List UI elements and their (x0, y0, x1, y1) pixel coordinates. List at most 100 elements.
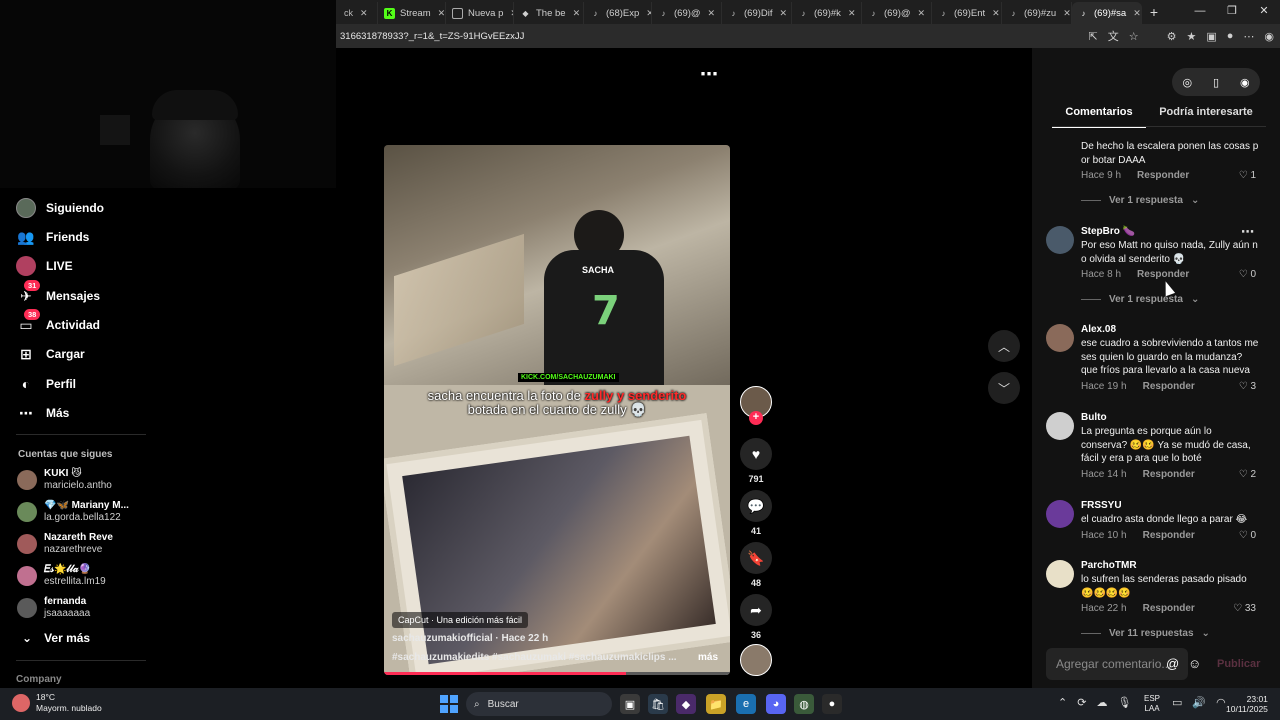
extensions-icon[interactable]: ⚙ (1167, 30, 1177, 43)
close-tab-icon[interactable]: ✕ (573, 8, 581, 19)
favorites-icon[interactable]: ★ (1186, 30, 1196, 43)
comment-username[interactable]: StepBro 🍆 (1081, 226, 1135, 237)
phone-icon[interactable]: ▯ (1213, 76, 1219, 89)
close-tab-icon[interactable]: ✕ (1133, 8, 1141, 19)
avatar[interactable] (1046, 560, 1074, 588)
view-replies[interactable]: Ver 1 respuesta ⌄ (1081, 294, 1199, 305)
save-button[interactable]: 🔖 (740, 542, 772, 574)
comment-username[interactable]: FRSSYU (1081, 500, 1122, 511)
avatar[interactable] (1046, 500, 1074, 528)
comment-username[interactable]: Alex.08 (1081, 324, 1116, 335)
close-tab-icon[interactable]: ✕ (360, 8, 368, 19)
next-video-button[interactable]: ﹀ (988, 372, 1020, 404)
close-window-icon[interactable]: ✕ (1248, 0, 1280, 24)
video-progress-bar[interactable] (384, 672, 730, 675)
file-explorer-icon[interactable]: 📁 (706, 694, 726, 714)
collections-icon[interactable]: ▣ (1206, 30, 1216, 43)
nav-actividad[interactable]: ▭ 38 Actividad (16, 309, 100, 335)
clock[interactable]: 23:01 10/11/2025 (1226, 694, 1268, 714)
close-tab-icon[interactable]: ✕ (1063, 8, 1071, 19)
sync-icon[interactable]: ⟳ (1077, 696, 1086, 709)
avatar[interactable] (1046, 324, 1074, 352)
browser-tab[interactable]: ♪ (69)@ ✕ (862, 2, 932, 24)
previous-video-button[interactable]: ︿ (988, 330, 1020, 362)
comment-like[interactable]: ♡ 3 (1239, 381, 1256, 392)
copilot-icon[interactable]: ◉ (1264, 30, 1274, 43)
tab-interest[interactable]: Podría interesarte (1146, 104, 1266, 128)
video-hashtags[interactable]: #sachauzumakiedits #sachauzumaki #sachau… (392, 652, 677, 663)
comment-like[interactable]: ♡ 2 (1239, 469, 1256, 480)
nav-mas[interactable]: ⋯ Más (16, 403, 69, 423)
comment-username[interactable]: Bulto (1081, 412, 1107, 423)
comment-username[interactable]: ParchoTMR (1081, 560, 1137, 571)
minimize-icon[interactable]: — (1184, 0, 1216, 24)
comment-more-icon[interactable]: ⋯ (1241, 224, 1254, 240)
nav-friends[interactable]: 👥 Friends (16, 227, 89, 247)
following-account[interactable]: KUKI 😼 maricielo.antho (17, 468, 112, 492)
browser-tab[interactable]: ◆ The be ✕ (514, 2, 584, 24)
following-account[interactable]: fernanda jsaaaaaaa (17, 596, 90, 620)
browser-tab[interactable]: K Stream ✕ (378, 2, 446, 24)
like-button[interactable]: ♥ (740, 438, 772, 470)
following-account[interactable]: 𝐸𝓈🌟𝓁𝓁𝒶🔮 estrellita.lm19 (17, 564, 106, 588)
nav-live[interactable]: LIVE (16, 256, 73, 276)
nav-perfil[interactable]: ◐ Perfil (16, 374, 76, 394)
menu-dots-icon[interactable]: ⋯ (1243, 30, 1254, 43)
comment-like[interactable]: ♡ 0 (1239, 530, 1256, 541)
publish-button[interactable]: Publicar (1217, 658, 1260, 670)
compass-icon[interactable]: ◎ (1182, 76, 1192, 89)
obs-icon[interactable]: ● (822, 694, 842, 714)
microphone-icon[interactable]: 🎙 (1117, 696, 1131, 709)
open-app-icon[interactable]: ⇱ (1088, 30, 1097, 43)
avatar[interactable] (1046, 226, 1074, 254)
browser-tab[interactable]: ♪ (69)#k ✕ (792, 2, 862, 24)
more-link[interactable]: más (698, 652, 718, 663)
following-account[interactable]: 💎🦋 Mariany M... la.gorda.bella122 (17, 500, 129, 524)
follow-plus-icon[interactable]: + (749, 411, 763, 425)
wifi-icon[interactable]: ◠ (1216, 696, 1226, 709)
video-more-icon[interactable]: ⋯ (700, 64, 718, 85)
emoji-icon[interactable]: ☺ (1188, 656, 1201, 671)
chevron-up-icon[interactable]: ⌃ (1058, 696, 1067, 709)
following-account[interactable]: Nazareth Reve nazarethreve (17, 532, 113, 556)
favorite-star-icon[interactable]: ☆ (1129, 30, 1139, 43)
windows-start-icon[interactable] (440, 695, 458, 713)
taskbar-search[interactable]: ⌕ Buscar (466, 692, 612, 716)
maximize-icon[interactable]: ❐ (1216, 0, 1248, 24)
store-icon[interactable]: 🛍 (648, 694, 668, 714)
display-icon[interactable]: ▭ (1172, 696, 1182, 709)
close-tab-icon[interactable]: ✕ (918, 8, 926, 19)
share-button[interactable]: ➦ (740, 594, 772, 626)
browser-tab-active[interactable]: ♪ (69)#sa ✕ (1072, 2, 1142, 24)
close-tab-icon[interactable]: ✕ (780, 8, 788, 19)
company-link[interactable]: Company (16, 674, 62, 685)
close-tab-icon[interactable]: ✕ (708, 8, 716, 19)
capcut-label[interactable]: CapCut · Una edición más fácil (392, 612, 529, 628)
view-replies[interactable]: Ver 11 respuestas ⌄ (1081, 628, 1210, 639)
close-tab-icon[interactable]: ✕ (438, 8, 445, 19)
language-indicator[interactable]: ESP LAA (1144, 694, 1160, 714)
video-player[interactable]: SACHA 7 KICK.COM/SACHAUZUMAKI sacha encu… (384, 145, 730, 675)
comment-button[interactable]: 💬 (740, 490, 772, 522)
new-tab-icon[interactable]: + (1142, 4, 1166, 20)
profile-icon[interactable]: ● (1227, 30, 1234, 42)
app-icon[interactable]: ◍ (794, 694, 814, 714)
browser-tab[interactable]: ♪(68)Exp✕ (584, 2, 652, 24)
browser-tab[interactable]: ♪ (69)Ent ✕ (932, 2, 1002, 24)
user-avatar-icon[interactable]: ◉ (1240, 76, 1250, 89)
comment-like[interactable]: ♡ 33 (1233, 603, 1256, 614)
sound-avatar[interactable] (740, 644, 772, 676)
comment-like[interactable]: ♡ 0 (1239, 269, 1256, 280)
video-author[interactable]: sachauzumakiofficial · Hace 22 h (392, 633, 548, 644)
reply-button[interactable]: Responder (1143, 603, 1195, 614)
copilot-app-icon[interactable]: ◆ (676, 694, 696, 714)
browser-tab[interactable]: Nueva p✕ (446, 2, 514, 24)
volume-icon[interactable]: 🔊 (1192, 696, 1206, 709)
mention-icon[interactable]: @ (1166, 656, 1179, 671)
close-tab-icon[interactable]: ✕ (992, 8, 1000, 19)
reply-button[interactable]: Responder (1143, 381, 1195, 392)
weather-widget[interactable]: 18°C Mayorm. nublado (12, 692, 102, 714)
reply-button[interactable]: Responder (1143, 530, 1195, 541)
close-tab-icon[interactable]: ✕ (848, 8, 856, 19)
reply-button[interactable]: Responder (1137, 170, 1189, 181)
